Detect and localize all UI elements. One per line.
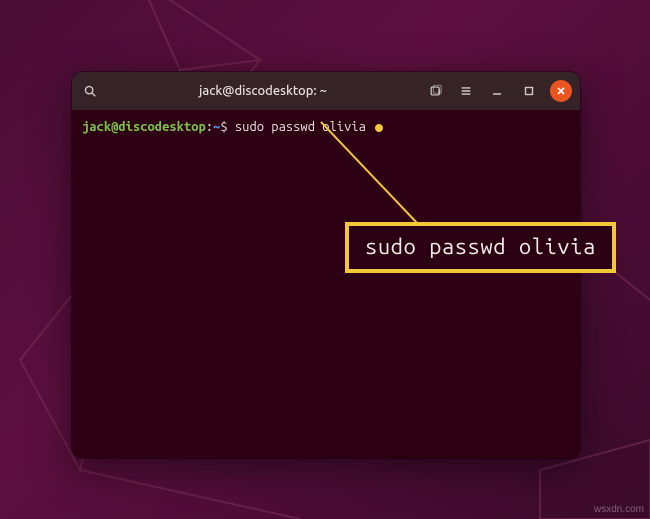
search-icon[interactable] [80,81,100,101]
command-text: sudo passwd olivia [228,120,374,134]
new-tab-icon[interactable] [426,81,446,101]
annotation-dot [375,124,383,132]
prompt-colon: : [206,120,213,134]
callout-text: sudo passwd olivia [365,234,596,259]
hamburger-icon[interactable] [456,81,476,101]
minimize-button[interactable] [486,80,508,102]
terminal-body[interactable]: jack@discodesktop:~$ sudo passwd olivia [72,110,580,458]
callout-box: sudo passwd olivia [345,222,616,273]
close-button[interactable] [550,80,572,102]
maximize-button[interactable] [518,80,540,102]
window-title: jack@discodesktop: ~ [106,84,420,98]
prompt-userhost: jack@discodesktop [82,120,206,134]
titlebar[interactable]: jack@discodesktop: ~ [72,72,580,110]
watermark: wsxdn.com [594,504,644,515]
prompt-dollar: $ [220,120,227,134]
